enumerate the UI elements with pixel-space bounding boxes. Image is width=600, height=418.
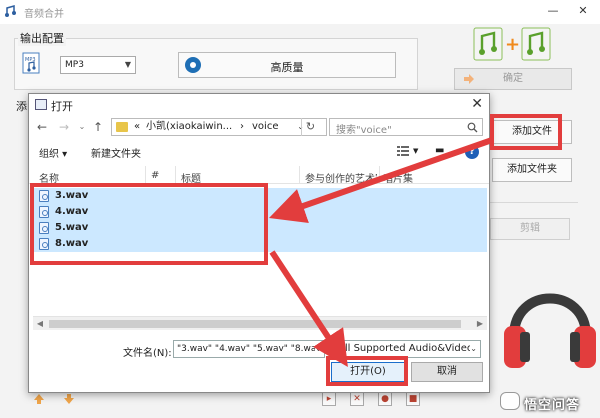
dialog-titlebar: 打开 ✕ [29,94,489,116]
minimize-button[interactable]: — [544,3,562,19]
quality-label: 高质量 [270,61,304,74]
view-icon[interactable] [397,146,409,156]
recent-dropdown-icon[interactable]: ⌄ [75,120,89,134]
cut-button[interactable]: 剪辑 [490,218,570,240]
move-up-icon[interactable] [32,392,46,406]
chevron-down-icon[interactable]: ⌄ [315,341,322,357]
dialog-title: 打开 [51,100,73,113]
scroll-right-icon[interactable]: ▶ [474,318,486,330]
source-group-fragment: 添 [16,100,27,113]
app-title: 音频合并 [24,9,64,20]
chevron-down-icon[interactable]: ⌄ [470,341,477,357]
play-icon[interactable]: ▸ [322,392,336,406]
format-select[interactable]: MP3 ▼ [60,56,136,74]
confirm-button[interactable]: 确定 [454,68,572,90]
view-dropdown-icon[interactable]: ▼ [413,147,418,155]
back-icon[interactable]: ← [35,120,49,134]
cancel-button[interactable]: 取消 [411,362,483,382]
highlight-file-list [30,183,268,265]
close-button[interactable]: ✕ [574,3,592,19]
delete-icon[interactable]: ✕ [350,392,364,406]
search-placeholder: 搜索"voice" [336,125,392,136]
app-logo-icon [5,5,16,17]
move-down-icon[interactable] [62,392,76,406]
folder-icon [116,122,128,132]
help-icon[interactable]: ? [465,145,479,159]
svg-text:+: + [505,34,520,55]
preview-pane-icon[interactable]: ▬ [435,145,444,156]
arrow-right-icon [464,74,474,84]
column-header: 名称 # 标题 参与创作的艺术家 唱片集 [29,166,489,185]
search-input[interactable]: 搜索"voice" [329,118,483,136]
address-prefix: « [134,121,141,132]
stop-icon[interactable]: ■ [406,392,420,406]
mp3-icon: MP3 [22,52,40,74]
quality-button[interactable]: 高质量 [178,52,396,78]
record-icon[interactable]: ● [378,392,392,406]
breadcrumb-voice[interactable]: voice [252,119,278,135]
output-config-title: 输出配置 [18,30,66,46]
merge-logo-icon: + [473,27,551,61]
scrollbar-thumb[interactable] [49,320,461,328]
refresh-icon[interactable]: ↻ [301,118,319,136]
breadcrumb-separator: › [240,121,244,132]
column-artist[interactable]: 参与创作的艺术家 [305,170,377,185]
horizontal-scrollbar[interactable]: ◀ ▶ [33,316,487,330]
headphones-icon [504,293,596,368]
breadcrumb-user[interactable]: 小凯(xiaokaiwin... [146,119,232,135]
new-folder-button[interactable]: 新建文件夹 [91,145,141,160]
dialog-icon [35,99,47,110]
add-folder-button[interactable]: 添加文件夹 [492,158,572,182]
highlight-open-button [326,356,408,386]
forward-icon[interactable]: → [57,120,71,134]
filename-value: "3.wav" "4.wav" "5.wav" "8.wav" [177,344,325,354]
column-number[interactable]: # [151,170,159,181]
dialog-toolbar: 组织 ▾ 新建文件夹 ▼ ▬ ? [29,142,489,162]
confirm-label: 确定 [503,73,523,84]
scroll-left-icon[interactable]: ◀ [34,318,46,330]
organize-button[interactable]: 组织 ▾ [39,145,67,160]
dialog-close-button[interactable]: ✕ [471,96,483,112]
column-album[interactable]: 唱片集 [383,170,413,185]
chevron-down-icon: ▼ [124,60,131,69]
filetype-value: All Supported Audio&Video [338,343,474,354]
watermark-logo-icon [500,392,520,410]
divider [486,202,578,203]
search-icon[interactable] [467,122,478,133]
address-bar[interactable]: « 小凯(xiaokaiwin... › voice ⌄ [111,118,327,136]
filename-input[interactable]: "3.wav" "4.wav" "5.wav" "8.wav" ⌄ [173,340,325,358]
filename-label: 文件名(N): [123,348,172,359]
format-value: MP3 [65,60,84,70]
watermark-text: 悟空问答 [524,398,581,413]
up-icon[interactable]: ↑ [91,120,105,134]
highlight-add-file [490,114,562,150]
app-titlebar: 音频合并 — ✕ [0,0,600,24]
